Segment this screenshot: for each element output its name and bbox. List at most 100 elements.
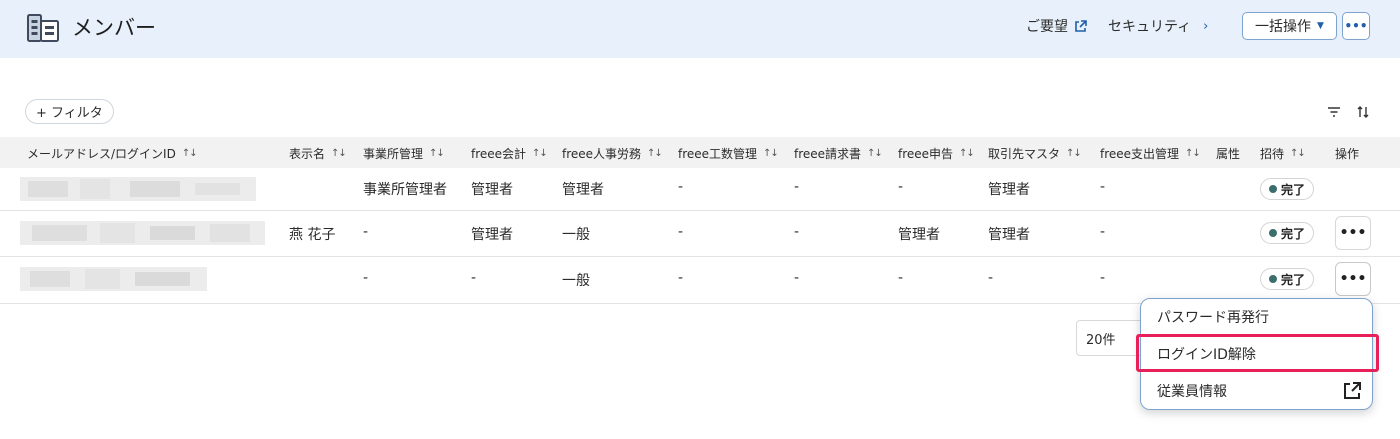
column-header-email[interactable]: メールアドレス/ログインID ↑↓ bbox=[27, 145, 198, 162]
security-label: セキュリティ bbox=[1108, 19, 1192, 35]
status-badge: 完了 bbox=[1260, 178, 1315, 200]
sort-icon: ↑↓ bbox=[532, 148, 548, 159]
table-header: メールアドレス/ログインID ↑↓ 表示名 ↑↓ 事業所管理 ↑↓ freee会計 ↑↓… bbox=[0, 137, 1400, 168]
highlight-box bbox=[1136, 334, 1379, 372]
partner-role: - bbox=[988, 270, 994, 286]
column-header-invoice[interactable]: freee請求書 ↑↓ bbox=[794, 145, 883, 162]
status-badge: 完了 bbox=[1260, 222, 1315, 244]
column-label: 事業所管理 bbox=[363, 147, 424, 161]
sort-icon: ↑↓ bbox=[647, 148, 663, 159]
column-header-office[interactable]: 事業所管理 ↑↓ bbox=[363, 145, 445, 162]
column-label: 招待 bbox=[1260, 147, 1285, 161]
expense-role: - bbox=[1100, 179, 1106, 195]
office-role: - bbox=[363, 270, 369, 286]
row-more-button[interactable]: ••• bbox=[1335, 216, 1371, 250]
status-dot bbox=[1269, 275, 1277, 283]
column-label: freee会計 bbox=[471, 147, 527, 161]
row-more-button[interactable]: ••• bbox=[1335, 262, 1371, 296]
sort-icon[interactable] bbox=[1355, 104, 1371, 120]
workload-role: - bbox=[678, 179, 684, 195]
column-header-partner[interactable]: 取引先マスタ ↑↓ bbox=[988, 145, 1082, 162]
column-header-attribute: 属性 bbox=[1216, 145, 1240, 162]
office-role: 事業所管理者 bbox=[363, 182, 447, 198]
sort-icon: ↑↓ bbox=[867, 148, 883, 159]
sort-icon: ↑↓ bbox=[1066, 148, 1082, 159]
column-label: 操作 bbox=[1335, 147, 1360, 161]
status-badge: 完了 bbox=[1260, 268, 1315, 290]
page-header: メンバー ご要望 セキュリティ › 一括操作 ▼ ••• bbox=[0, 0, 1400, 58]
display-name: 燕 花子 bbox=[289, 227, 336, 243]
external-link-icon bbox=[1075, 19, 1087, 32]
request-link[interactable]: ご要望 bbox=[1026, 16, 1087, 36]
table-row[interactable]: 事業所管理者 管理者 管理者 - - - 管理者 - 完了 bbox=[0, 168, 1400, 211]
column-header-display-name[interactable]: 表示名 ↑↓ bbox=[289, 145, 347, 162]
table-row[interactable]: 燕 花子 - 管理者 一般 - - 管理者 管理者 - 完了 ••• bbox=[0, 211, 1400, 257]
bulk-action-button[interactable]: 一括操作 ▼ bbox=[1242, 12, 1337, 40]
tax-role: 管理者 bbox=[898, 227, 940, 243]
status-label: 完了 bbox=[1281, 272, 1306, 287]
chevron-right-icon: › bbox=[1203, 18, 1209, 34]
status-dot bbox=[1269, 185, 1277, 193]
filter-icon[interactable] bbox=[1326, 104, 1342, 120]
status-label: 完了 bbox=[1281, 226, 1306, 241]
page-title: メンバー bbox=[72, 16, 156, 40]
column-header-tax[interactable]: freee申告 ↑↓ bbox=[898, 145, 975, 162]
redacted-email bbox=[20, 221, 265, 245]
sort-icon: ↑↓ bbox=[1290, 148, 1306, 159]
tax-role: - bbox=[898, 270, 904, 286]
sort-icon: ↑↓ bbox=[181, 148, 198, 159]
sort-icon: ↑↓ bbox=[429, 148, 445, 159]
column-header-expense[interactable]: freee支出管理 ↑↓ bbox=[1100, 145, 1201, 162]
sort-icon: ↑↓ bbox=[331, 148, 347, 159]
sort-icon: ↑↓ bbox=[763, 148, 779, 159]
accounting-role: 管理者 bbox=[471, 227, 513, 243]
expense-role: - bbox=[1100, 224, 1106, 240]
add-filter-button[interactable]: + フィルタ bbox=[25, 99, 114, 124]
caret-down-icon: ▼ bbox=[1317, 21, 1324, 31]
column-label: freee請求書 bbox=[794, 147, 862, 161]
sort-icon: ↑↓ bbox=[959, 148, 975, 159]
office-role: - bbox=[363, 224, 369, 240]
column-label: freee工数管理 bbox=[678, 147, 758, 161]
column-label: メールアドレス/ログインID bbox=[27, 147, 176, 161]
partner-role: 管理者 bbox=[988, 182, 1030, 198]
bulk-action-label: 一括操作 bbox=[1255, 19, 1312, 35]
column-header-actions: 操作 bbox=[1335, 145, 1359, 162]
column-header-workload[interactable]: freee工数管理 ↑↓ bbox=[678, 145, 779, 162]
column-header-hr[interactable]: freee人事労務 ↑↓ bbox=[562, 145, 663, 162]
column-label: freee申告 bbox=[898, 147, 954, 161]
invoice-role: - bbox=[794, 224, 800, 240]
column-label: freee人事労務 bbox=[562, 147, 642, 161]
column-header-accounting[interactable]: freee会計 ↑↓ bbox=[471, 145, 548, 162]
request-label: ご要望 bbox=[1026, 19, 1068, 35]
status-label: 完了 bbox=[1281, 182, 1306, 197]
partner-role: 管理者 bbox=[988, 227, 1030, 243]
expense-role: - bbox=[1100, 270, 1106, 286]
redacted-email bbox=[20, 267, 207, 291]
column-label: freee支出管理 bbox=[1100, 147, 1180, 161]
external-link-icon bbox=[1344, 382, 1361, 399]
column-label: 属性 bbox=[1216, 147, 1241, 161]
hr-role: 管理者 bbox=[562, 182, 604, 198]
invoice-role: - bbox=[794, 270, 800, 286]
invoice-role: - bbox=[794, 179, 800, 195]
menu-item-reissue-password[interactable]: パスワード再発行 bbox=[1141, 300, 1372, 334]
column-header-invite[interactable]: 招待 ↑↓ bbox=[1260, 145, 1306, 162]
table-row[interactable]: - - 一般 - - - - - 完了 ••• bbox=[0, 257, 1400, 304]
redacted-email bbox=[20, 177, 256, 201]
workload-role: - bbox=[678, 270, 684, 286]
tax-role: - bbox=[898, 179, 904, 195]
column-label: 表示名 bbox=[289, 147, 326, 161]
hr-role: 一般 bbox=[562, 227, 590, 243]
header-more-button[interactable]: ••• bbox=[1342, 12, 1370, 40]
accounting-role: - bbox=[471, 270, 477, 286]
accounting-role: 管理者 bbox=[471, 182, 513, 198]
building-icon bbox=[27, 14, 59, 42]
status-dot bbox=[1269, 229, 1277, 237]
hr-role: 一般 bbox=[562, 273, 590, 289]
workload-role: - bbox=[678, 224, 684, 240]
menu-item-employee-info[interactable]: 従業員情報 bbox=[1141, 374, 1372, 408]
menu-item-label: 従業員情報 bbox=[1157, 384, 1227, 400]
sort-icon: ↑↓ bbox=[1185, 148, 1201, 159]
security-link[interactable]: セキュリティ › bbox=[1108, 16, 1208, 36]
